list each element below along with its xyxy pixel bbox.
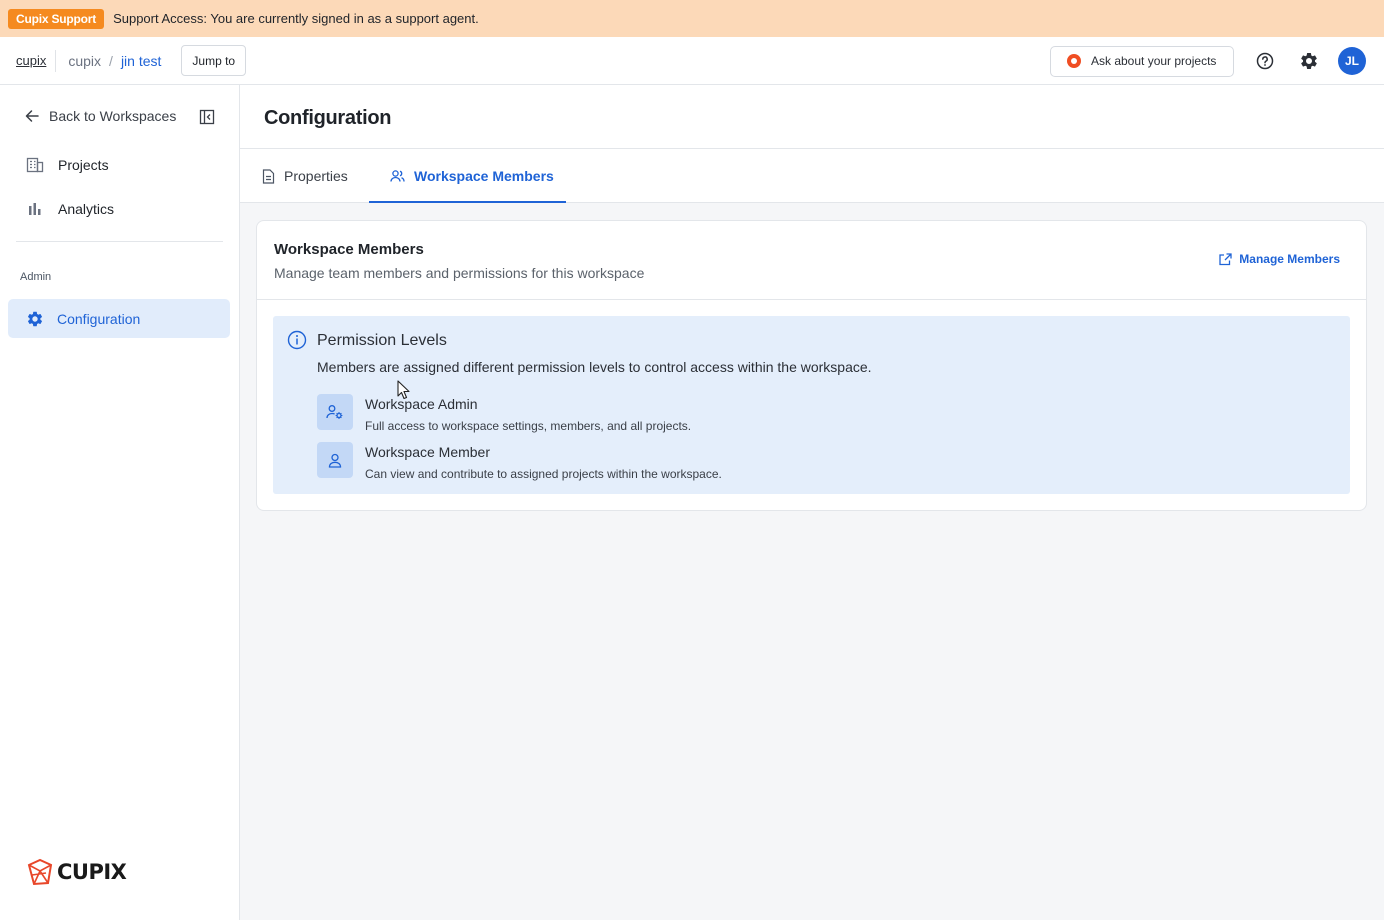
sidebar-item-label: Configuration [57,310,141,327]
role-name: Workspace Member [365,444,491,460]
back-to-workspaces-link[interactable]: Back to Workspaces [24,108,176,124]
jump-to-button[interactable]: Jump to [181,45,247,76]
help-icon [1256,52,1274,70]
users-icon [390,170,405,182]
breadcrumb-workspace[interactable]: jin test [121,53,161,69]
sidebar-item-configuration[interactable]: Configuration [8,299,230,338]
external-link-icon [1219,252,1232,265]
ask-projects-button[interactable]: Ask about your projects [1050,45,1234,77]
tab-bar: Properties Workspace Members [240,149,1384,203]
card-divider [257,299,1366,300]
sidebar-divider [16,241,223,242]
grid-building-icon [26,157,44,173]
sidebar: Back to Workspaces Projects Analytics Ad… [0,85,240,920]
sidebar-item-projects[interactable]: Projects [26,156,109,174]
tab-label: Properties [284,168,348,184]
page-header: Configuration [240,85,1384,149]
user-avatar[interactable]: JL [1338,47,1366,75]
breadcrumb-org[interactable]: cupix [68,53,101,69]
gear-icon [1301,52,1317,69]
support-banner: Cupix Support Support Access: You are cu… [0,0,1384,37]
cupix-logo: CUPIX [26,857,127,887]
workspace-members-card: Workspace Members Manage team members an… [256,220,1367,511]
manage-members-label: Manage Members [1239,252,1340,266]
help-button[interactable] [1250,46,1280,76]
gear-icon [27,311,43,326]
tab-properties[interactable]: Properties [262,149,348,203]
role-workspace-member: Workspace Member Can view and contribute… [317,442,722,481]
role-description: Can view and contribute to assigned proj… [365,467,722,481]
permission-levels-info: Permission Levels Members are assigned d… [273,316,1350,494]
ask-projects-label: Ask about your projects [1091,54,1217,68]
tab-label: Workspace Members [414,168,554,184]
info-icon [287,330,307,350]
active-tab-indicator [369,201,566,203]
sidebar-item-label: Projects [58,157,109,173]
main-content: Configuration Properties Workspace Membe… [240,85,1384,920]
sidebar-item-label: Analytics [58,201,115,217]
tab-workspace-members[interactable]: Workspace Members [390,149,554,203]
user-icon [328,453,342,468]
settings-button[interactable] [1294,46,1324,76]
cupix-logo-text: CUPIX [57,860,127,884]
role-description: Full access to workspace settings, membe… [365,419,692,433]
mouse-cursor-icon [397,380,410,400]
document-icon [262,168,275,184]
org-link[interactable]: cupix [16,53,46,68]
card-title: Workspace Members [274,241,424,258]
role-name: Workspace Admin [365,396,478,412]
sidebar-collapse-icon [199,109,215,125]
support-message: Support Access: You are currently signed… [113,11,479,26]
bar-chart-icon [29,203,41,215]
breadcrumb-separator: / [109,52,113,69]
card-subtitle: Manage team members and permissions for … [274,265,645,281]
info-title: Permission Levels [317,332,447,349]
topbar-actions: Ask about your projects JL [1050,37,1366,85]
ai-assistant-icon [1067,54,1081,68]
manage-members-button[interactable]: Manage Members [1219,252,1340,266]
user-gear-icon [326,405,343,419]
topbar-divider [55,49,57,72]
info-description: Members are assigned different permissio… [317,359,872,375]
support-badge: Cupix Support [8,8,105,29]
top-bar: cupix cupix / jin test Jump to Ask about… [0,37,1384,85]
arrow-left-icon [25,110,39,122]
collapse-sidebar-button[interactable] [199,109,215,130]
role-icon-container [317,442,353,478]
back-to-workspaces-label: Back to Workspaces [49,108,177,124]
sidebar-item-analytics[interactable]: Analytics [26,200,114,218]
page-title: Configuration [264,107,392,129]
role-icon-container [317,394,353,430]
role-workspace-admin: Workspace Admin Full access to workspace… [317,394,691,433]
admin-section-label: Admin [20,271,52,283]
cupix-logo-icon [27,858,53,886]
